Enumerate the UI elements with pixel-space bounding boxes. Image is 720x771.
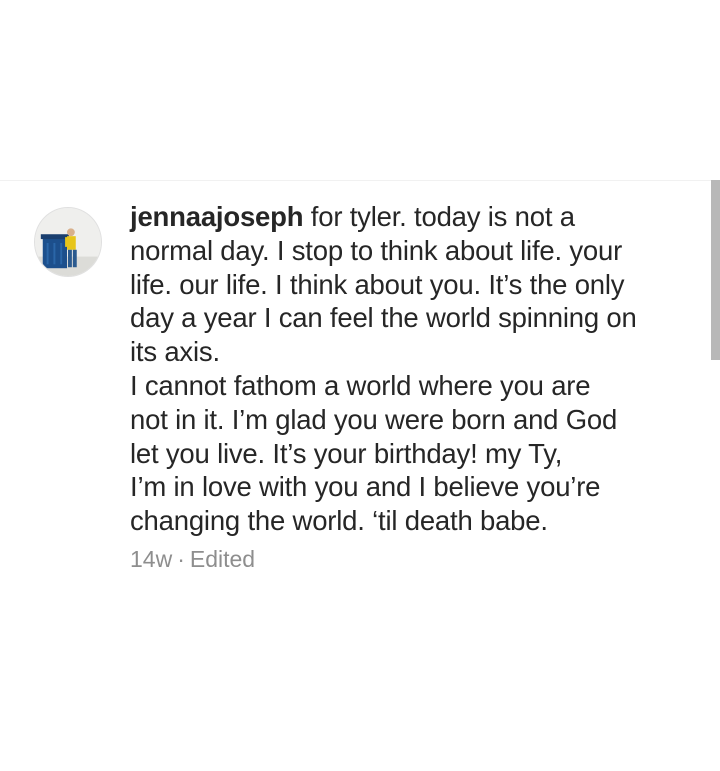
- timestamp: 14w: [130, 546, 173, 572]
- comment-body: jennaajoseph for tyler. today is not a n…: [130, 200, 700, 538]
- comment-text: normal day. I stop to think about life. …: [130, 234, 623, 266]
- edited-label: Edited: [189, 546, 256, 572]
- comment-text: its axis.: [130, 336, 220, 368]
- comment-text: not in it. I’m glad you were born and Go…: [130, 403, 618, 435]
- comment-text: I cannot fathom a world where you are: [130, 369, 591, 401]
- avatar[interactable]: [34, 207, 102, 277]
- comment-text: life. our life. I think about you. It’s …: [130, 268, 625, 300]
- comment-text: changing the world. ‘til death babe.: [130, 505, 548, 537]
- comment-text: let you live. It’s your birthday! my Ty,: [130, 437, 563, 469]
- comment-text: I’m in love with you and I believe you’r…: [130, 471, 601, 503]
- comment-text: for tyler. today is not a: [303, 201, 575, 232]
- meta-separator: ·: [177, 546, 185, 572]
- comment-screen: jennaajoseph for tyler. today is not a n…: [0, 0, 720, 771]
- avatar-photo-icon: [35, 208, 101, 276]
- username-link[interactable]: jennaajoseph: [130, 201, 304, 232]
- comment-meta: 14w · Edited: [130, 544, 255, 574]
- comment-line-1: jennaajoseph for tyler. today is not a: [130, 200, 700, 234]
- comment-text: day a year I can feel the world spinning…: [130, 302, 637, 334]
- divider: [0, 180, 720, 181]
- scrollbar[interactable]: [711, 180, 720, 360]
